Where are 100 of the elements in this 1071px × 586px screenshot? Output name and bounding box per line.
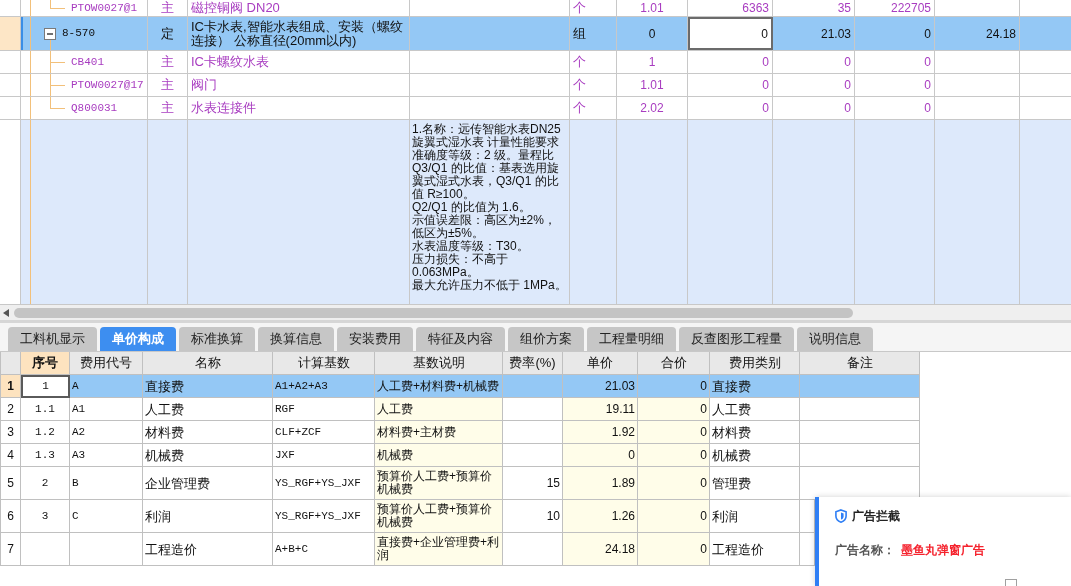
table-row[interactable]: 3 1.2 A2 材料费 CLF+ZCF 材料费+主材费 1.92 0 材料费	[0, 421, 920, 444]
tab[interactable]: 工程量明细	[587, 327, 676, 351]
table-cell: 2.02	[617, 97, 688, 119]
table-row[interactable]: 1.名称：远传智能水表DN25旋翼式湿水表 计量性能要求 准确度等级：2 级。量程比 Q3/Q1 的比值：基表选用旋翼式湿式水表，Q3/Q1 的比值 R≥100。 Q2/Q1 的比值为 1.6。 示值误差限：高区为±2%，低区为±5%。 水表温度等级：T30。 压力损失：不高于 0.063MPa。 最大允许压力不低于 1MPa。	[0, 120, 1071, 305]
table-cell: 磁控铜阀 DN20	[188, 0, 410, 16]
table-cell: 主	[148, 0, 188, 16]
table-cell: 1.89	[563, 467, 638, 500]
column-header: 备注	[800, 352, 920, 375]
table-cell: 个	[570, 0, 617, 16]
item-code: 8-570	[62, 26, 95, 42]
left-arrow-icon[interactable]	[3, 308, 9, 317]
table-cell: 材料费+主材费	[375, 421, 503, 444]
tab[interactable]: 标准换算	[179, 327, 255, 351]
table-cell: 24.18	[935, 17, 1020, 50]
popup-title: 广告拦截	[852, 508, 900, 525]
row-number: 3	[0, 421, 21, 444]
table-cell: 机械费	[375, 444, 503, 467]
table-row[interactable]: 4 1.3 A3 机械费 JXF 机械费 0 0 机械费	[0, 444, 920, 467]
table-cell: 35	[773, 0, 855, 16]
table-cell[interactable]: 0	[688, 17, 773, 50]
column-header: 费用代号	[70, 352, 143, 375]
table-cell: IC卡螺纹水表	[188, 51, 410, 73]
tab[interactable]: 特征及内容	[416, 327, 505, 351]
table-cell: 21.03	[773, 17, 855, 50]
table-row[interactable]: Q800031 主 水表连接件 个 2.02 0 0 0	[0, 97, 1071, 120]
shield-icon	[835, 509, 847, 523]
row-number: 5	[0, 467, 21, 500]
table-cell: 19.11	[563, 398, 638, 421]
column-header: 费用类别	[710, 352, 800, 375]
table-cell: 0	[688, 74, 773, 96]
table-row[interactable]: 2 1.1 A1 人工费 RGF 人工费 19.11 0 人工费	[0, 398, 920, 421]
table-cell: 1.26	[563, 500, 638, 533]
table-cell: 0	[563, 444, 638, 467]
table-cell: 24.18	[563, 533, 638, 566]
table-cell: 预算价人工费+预算价机械费	[375, 467, 503, 500]
tab[interactable]: 组价方案	[508, 327, 584, 351]
table-cell: 1.01	[617, 0, 688, 16]
item-code: PTOW0027@1	[71, 0, 137, 16]
tab[interactable]: 换算信息	[258, 327, 334, 351]
table-cell: 0	[773, 51, 855, 73]
table-cell: 0	[638, 444, 710, 467]
table-row[interactable]: 1 1 A 直接费 A1+A2+A3 人工费+材料费+机械费 21.03 0 直接费	[0, 375, 920, 398]
table-cell: 1.92	[563, 421, 638, 444]
table-cell: 阀门	[188, 74, 410, 96]
table-cell: 0	[855, 17, 935, 50]
feature-text: 水表温度等级：T30。	[412, 240, 530, 253]
table-cell: 0	[773, 97, 855, 119]
field-value: 墨鱼丸弹窗广告	[901, 542, 985, 559]
tab[interactable]: 说明信息	[797, 327, 873, 351]
table-cell[interactable]: 1	[21, 375, 70, 398]
table-cell: 0	[855, 97, 935, 119]
table-cell: 直接费+企业管理费+利润	[375, 533, 503, 566]
table-row[interactable]: PTOW0027@1 主 磁控铜阀 DN20 个 1.01 6363 35 222705	[0, 0, 1071, 17]
table-cell: 0	[688, 97, 773, 119]
table-cell: 6363	[688, 0, 773, 16]
table-cell: 人工费	[375, 398, 503, 421]
scrollbar-thumb[interactable]	[14, 307, 853, 318]
row-number: 7	[0, 533, 21, 566]
minus-box-icon[interactable]	[44, 27, 56, 40]
table-cell: 0	[773, 74, 855, 96]
table-cell: 0	[638, 398, 710, 421]
feature-text: 1.名称：远传智能水表DN25旋翼式湿水表 计量性能要求	[412, 123, 562, 149]
table-cell: 1	[617, 51, 688, 73]
column-header: 基数说明	[375, 352, 503, 375]
table-row[interactable]: 6 3 C 利润 YS_RGF+YS_JXF 预算价人工费+预算价机械费 10 1.26 0 利润	[0, 500, 815, 533]
table-cell: 0	[855, 51, 935, 73]
feature-text: Q2/Q1 的比值为 1.6。	[412, 201, 532, 214]
table-row[interactable]: CB401 主 IC卡螺纹水表 个 1 0 0 0	[0, 51, 1071, 74]
horizontal-scrollbar[interactable]	[0, 305, 1071, 320]
table-cell: 1.01	[617, 74, 688, 96]
table-cell: 222705	[855, 0, 935, 16]
column-header: 费率(%)	[503, 352, 563, 375]
feature-text: 压力损失：不高于 0.063MPa。	[412, 253, 509, 279]
table-row[interactable]: 8-570 定 IC卡水表,智能水表组成、安装（螺纹连接） 公称直径(20mm以内) 组 0 0 21.03 0 24.18	[0, 17, 1071, 51]
row-header[interactable]	[0, 17, 21, 50]
tab[interactable]: 安装费用	[337, 327, 413, 351]
checkbox[interactable]	[1005, 579, 1017, 586]
tab[interactable]: 反查图形工程量	[679, 327, 794, 351]
field-label: 广告名称：	[835, 542, 896, 559]
table-cell: 个	[570, 74, 617, 96]
table-row[interactable]: PTOW0027@17 主 阀门 个 1.01 0 0 0	[0, 74, 1071, 97]
table-cell: 主	[148, 97, 188, 119]
table-cell: 0	[638, 533, 710, 566]
table-cell: IC卡水表,智能水表组成、安装（螺纹连接） 公称直径(20mm以内)	[188, 17, 410, 50]
table-cell: 预算价人工费+预算价机械费	[375, 500, 503, 533]
item-code: Q800031	[71, 100, 118, 116]
table-cell: 工程造价	[710, 533, 800, 566]
column-header: 单价	[563, 352, 638, 375]
table-row[interactable]: 5 2 B 企业管理费 YS_RGF+YS_JXF 预算价人工费+预算价机械费 15 1.89 0 管理费	[0, 467, 920, 500]
row-number: 2	[0, 398, 21, 421]
tab[interactable]: 工料机显示	[8, 327, 97, 351]
item-code: PTOW0027@17	[71, 77, 144, 93]
column-header: 合价	[638, 352, 710, 375]
table-cell: 工程造价	[143, 533, 273, 566]
table-corner	[0, 352, 21, 375]
table-cell: 组	[570, 17, 617, 50]
table-cell: 0	[688, 51, 773, 73]
table-row[interactable]: 7 工程造价 A+B+C 直接费+企业管理费+利润 24.18 0 工程造价	[0, 533, 815, 566]
row-number: 6	[0, 500, 21, 533]
table-cell: 0	[638, 467, 710, 500]
